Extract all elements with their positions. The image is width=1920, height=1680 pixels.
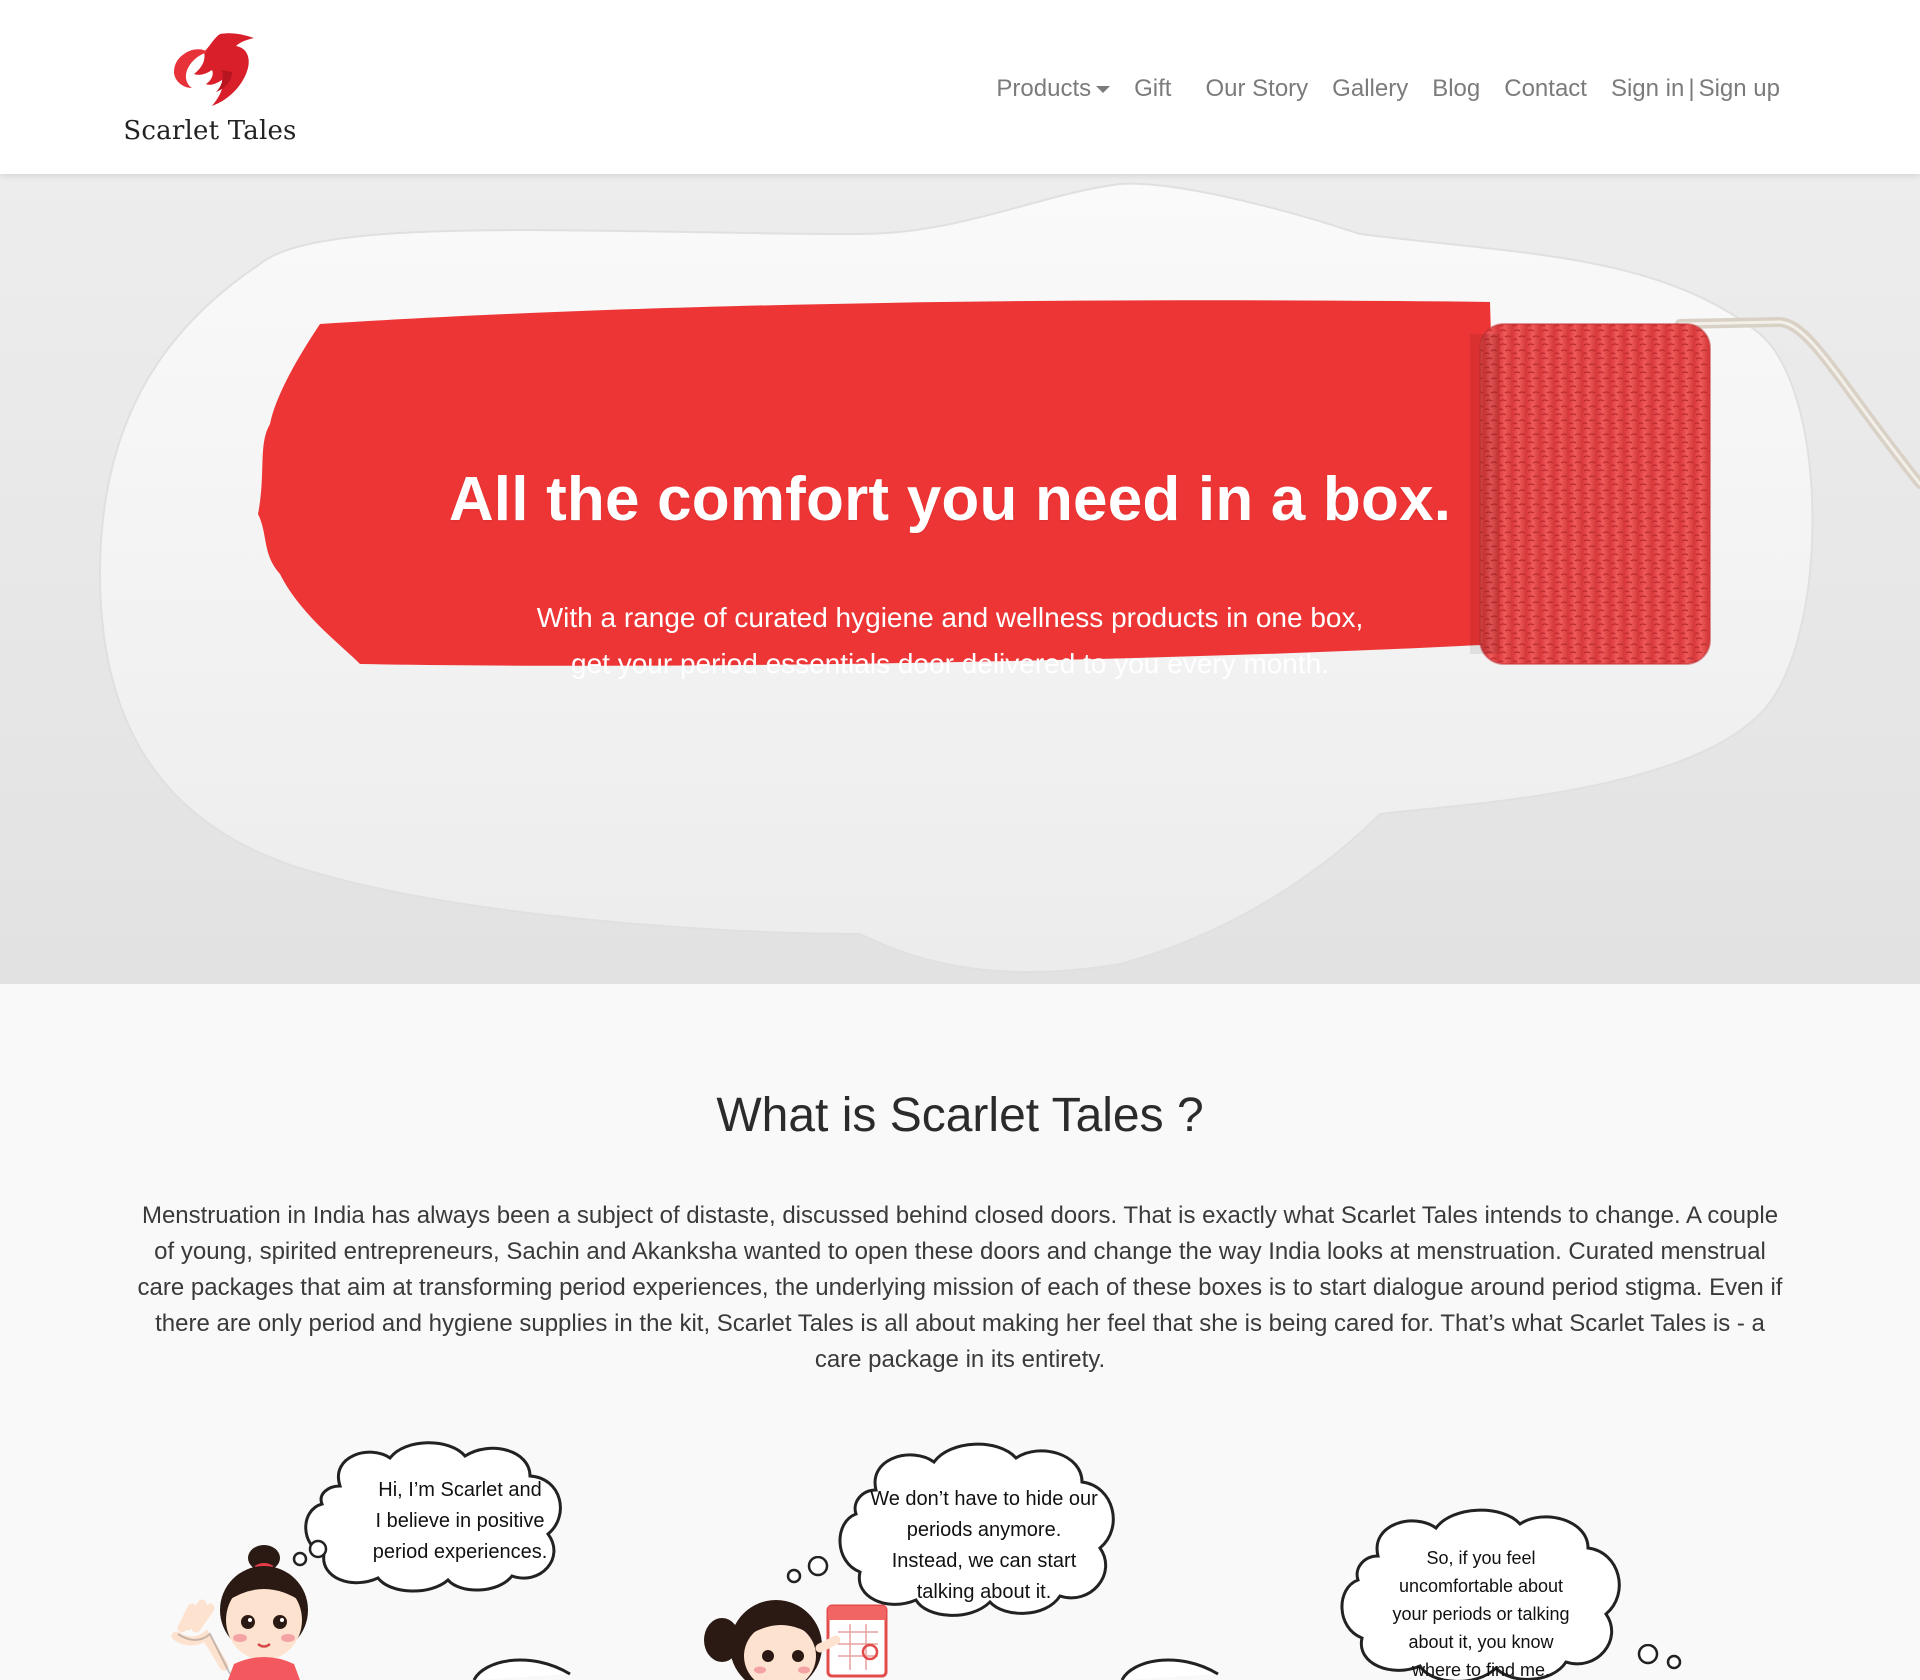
bubble-3-line-3: your periods or talking	[1392, 1604, 1570, 1624]
nav-gallery[interactable]: Gallery	[1332, 75, 1408, 103]
bubble-2-line-1: We don’t have to hide our	[870, 1488, 1098, 1510]
partial-bubble-middle	[1120, 1658, 1219, 1680]
about-section: What is Scarlet Tales ? Menstruation in …	[0, 984, 1920, 1680]
thought-bubble-3-text: So, if you feel uncomfortable about your…	[1356, 1544, 1606, 1680]
bubble-2-line-3: Instead, we can start	[891, 1550, 1077, 1572]
bubble-1-line-2: I believe in positive	[375, 1510, 545, 1532]
about-title: What is Scarlet Tales ?	[716, 1089, 1204, 1142]
bubble-1-line-1: Hi, I’m Scarlet and	[378, 1479, 542, 1501]
nav-products[interactable]: Products	[996, 75, 1111, 103]
red-silhouette-icon	[174, 33, 254, 106]
hero-subtitle: With a range of curated hygiene and well…	[300, 595, 1600, 687]
nav-gift[interactable]: Gift	[1134, 75, 1171, 103]
bubble-3-line-4: about it, you know	[1408, 1632, 1554, 1652]
partial-bubble-left	[472, 1658, 571, 1680]
hero-banner: All the comfort you need in a box. With …	[0, 174, 1920, 984]
nav-blog[interactable]: Blog	[1432, 75, 1480, 103]
caret-down-icon	[1096, 85, 1111, 93]
bubble-1-line-3: period experiences.	[372, 1541, 548, 1563]
thought-dots-3	[1637, 1644, 1682, 1670]
cartoon-girl-waving	[171, 1545, 308, 1680]
hero-text: All the comfort you need in a box. With …	[300, 464, 1600, 687]
nav-sign-up[interactable]: Sign up	[1699, 75, 1780, 103]
bubble-3-line-5: where to find me.	[1411, 1660, 1551, 1680]
nav-sign-in[interactable]: Sign in	[1611, 75, 1684, 103]
cartoon-girl-calendar	[704, 1600, 888, 1680]
brand-logo-link[interactable]: Scarlet Tales	[120, 30, 300, 150]
thought-dots-2	[786, 1556, 829, 1584]
hero-subtitle-line-2: get your period essentials door delivere…	[571, 648, 1329, 679]
bubble-3-line-1: So, if you feel	[1426, 1548, 1536, 1568]
nav-separator: |	[1688, 75, 1695, 102]
hero-subtitle-line-1: With a range of curated hygiene and well…	[536, 602, 1364, 633]
hero-title: All the comfort you need in a box.	[448, 465, 1452, 534]
nav-products-label: Products	[996, 75, 1092, 102]
thought-bubble-1-text: Hi, I’m Scarlet and I believe in positiv…	[330, 1475, 590, 1568]
bubble-2-line-2: periods anymore.	[906, 1519, 1062, 1541]
nav-our-story[interactable]: Our Story	[1205, 75, 1308, 103]
main-nav: Products Gift Our Story Gallery Blog Con…	[996, 75, 1780, 103]
brand-name: Scarlet Tales	[123, 116, 297, 146]
top-navbar: Scarlet Tales Products Gift Our Story Ga…	[0, 0, 1920, 174]
about-body: Menstruation in India has always been a …	[137, 1202, 1783, 1373]
nav-contact[interactable]: Contact	[1504, 75, 1587, 103]
bubble-3-line-2: uncomfortable about	[1398, 1576, 1564, 1596]
